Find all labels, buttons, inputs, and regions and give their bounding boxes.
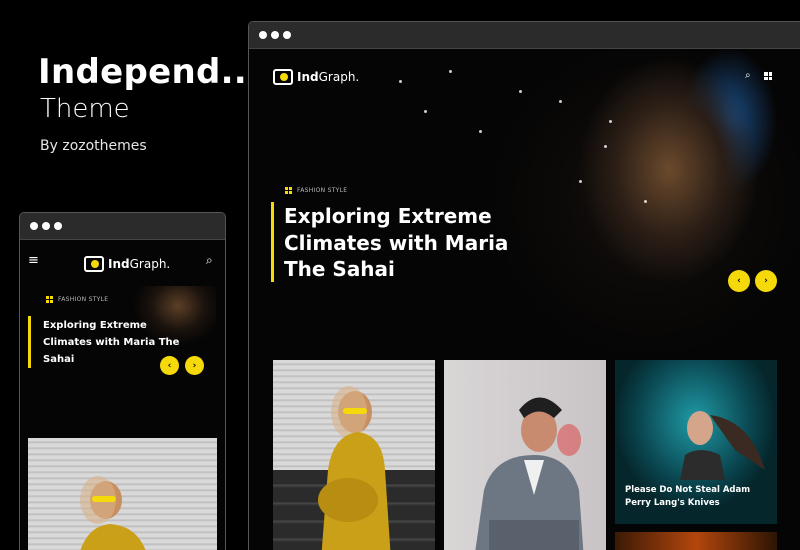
category-grid-icon [46, 296, 53, 303]
hero-category[interactable]: FASHION STYLE [285, 187, 347, 194]
window-dot-icon [259, 31, 267, 39]
window-dot-icon [42, 222, 50, 230]
window-dot-icon [30, 222, 38, 230]
grid-menu-icon[interactable] [764, 72, 772, 80]
hero-prev-button[interactable]: ‹ [160, 356, 179, 375]
window-controls [30, 222, 62, 230]
window-dot-icon [271, 31, 279, 39]
window-dot-icon [54, 222, 62, 230]
site-logo[interactable]: IndGraph. [84, 256, 170, 272]
hero-title[interactable]: Exploring Extreme Climates with Maria Th… [43, 317, 179, 368]
hero-accent-bar [271, 202, 274, 282]
article-card[interactable]: Please Do Not Steal Adam Perry Lang's Kn… [615, 360, 777, 524]
card-photo [80, 476, 146, 550]
search-icon[interactable]: ⌕ [745, 70, 751, 81]
article-card[interactable] [273, 360, 435, 550]
search-icon[interactable]: ⌕ [206, 253, 213, 268]
hero-banner: IndGraph. ⌕ FASHION STYLE Exploring Extr… [249, 50, 800, 360]
window-controls [259, 31, 291, 39]
camera-logo-icon [84, 256, 104, 272]
card-photo [318, 386, 391, 550]
product-subtitle: Theme [40, 94, 130, 124]
window-titlebar [249, 22, 800, 49]
product-title: Independ.. [38, 52, 248, 92]
site-logo[interactable]: IndGraph. [273, 69, 359, 85]
hero-next-button[interactable]: › [755, 270, 777, 292]
article-card[interactable] [28, 438, 217, 550]
article-card[interactable] [615, 532, 777, 550]
product-author: By zozothemes [40, 138, 147, 154]
hero-prev-button[interactable]: ‹ [728, 270, 750, 292]
desktop-preview-window: IndGraph. ⌕ FASHION STYLE Exploring Extr… [248, 21, 800, 550]
hero-accent-bar [28, 316, 31, 368]
mobile-page: ≡ IndGraph. ⌕ FASHION STYLE Exploring Ex… [20, 241, 225, 550]
hero-category[interactable]: FASHION STYLE [46, 296, 108, 303]
hero-next-button[interactable]: › [185, 356, 204, 375]
card-title[interactable]: Please Do Not Steal Adam Perry Lang's Kn… [625, 484, 750, 510]
menu-icon[interactable]: ≡ [28, 253, 39, 268]
article-card[interactable] [444, 360, 606, 550]
category-grid-icon [285, 187, 292, 194]
mobile-preview-window: ≡ IndGraph. ⌕ FASHION STYLE Exploring Ex… [19, 212, 226, 550]
card-photo [475, 397, 584, 550]
window-dot-icon [283, 31, 291, 39]
window-titlebar [20, 213, 225, 240]
hero-title[interactable]: Exploring Extreme Climates with Maria Th… [284, 203, 508, 283]
camera-logo-icon [273, 69, 293, 85]
